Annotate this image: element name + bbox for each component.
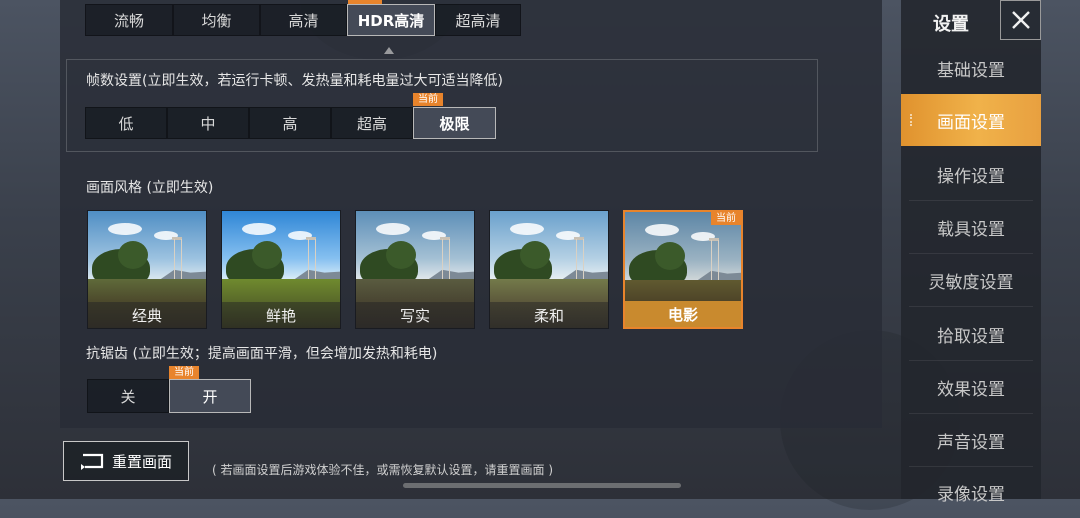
quality-option-balanced[interactable]: 均衡 [173, 4, 260, 36]
style-label-soft: 柔和 [490, 302, 608, 328]
thumbnail-tower [711, 240, 719, 282]
active-grip-icon [910, 114, 915, 126]
fps-option-high[interactable]: 高 [249, 107, 331, 139]
quality-option-hd[interactable]: 高清 [260, 4, 347, 36]
sidebar-item-controls[interactable]: 操作设置 [909, 148, 1033, 201]
thumbnail-tree [655, 242, 685, 270]
thumbnail-tower [174, 239, 182, 281]
close-icon [1011, 11, 1030, 29]
antialias-option-on[interactable]: 开 [169, 379, 251, 413]
settings-sidebar: 设置 基础设置 画面设置 操作设置 载具设置 灵敏度设置 拾取设置 效果设置 声… [901, 0, 1041, 505]
selection-caret [384, 47, 394, 54]
style-option-soft[interactable]: 柔和 [489, 210, 609, 329]
reset-graphics-label: 重置画面 [111, 452, 172, 471]
thumbnail-tower [308, 239, 316, 281]
antialias-option-off[interactable]: 关 [87, 379, 169, 413]
sidebar-item-sensitivity[interactable]: 灵敏度设置 [909, 254, 1033, 307]
thumbnail-tree [252, 241, 282, 269]
thumbnail-cloud [242, 223, 276, 235]
sidebar-item-basic[interactable]: 基础设置 [909, 42, 1033, 95]
fps-option-extreme[interactable]: 极限 [413, 107, 496, 139]
thumbnail-cloud [645, 224, 679, 236]
style-option-vivid[interactable]: 鲜艳 [221, 210, 341, 329]
sidebar-item-recording[interactable]: 录像设置 [909, 466, 1033, 518]
style-label-vivid: 鲜艳 [222, 302, 340, 328]
quality-selector: 流畅 均衡 高清 HDR高清 超高清 [85, 4, 521, 36]
antialias-selector: 关 开 [87, 379, 251, 413]
close-button[interactable] [1000, 0, 1041, 40]
antialias-settings-title: 抗锯齿 (立即生效；提高画面平滑，但会增加发热和耗电) [86, 346, 438, 362]
fps-selector: 低 中 高 超高 极限 [85, 107, 496, 139]
antialias-current-tag: 当前 [169, 366, 199, 379]
fps-option-medium[interactable]: 中 [167, 107, 249, 139]
thumbnail-cloud [376, 223, 410, 235]
quality-option-hdr[interactable]: HDR高清 [347, 4, 435, 36]
sidebar-item-effects[interactable]: 效果设置 [909, 361, 1033, 414]
thumbnail-tower [576, 239, 584, 281]
style-label-realistic: 写实 [356, 302, 474, 328]
quality-option-smooth[interactable]: 流畅 [85, 4, 173, 36]
fps-current-tag: 当前 [413, 93, 443, 106]
style-option-realistic[interactable]: 写实 [355, 210, 475, 329]
sidebar-title: 设置 [933, 14, 969, 35]
sidebar-item-pickup[interactable]: 拾取设置 [909, 308, 1033, 361]
thumbnail-tower [442, 239, 450, 281]
reset-hint: ( 若画面设置后游戏体验不佳，或需恢复默认设置，请重置画面 ) [212, 463, 553, 477]
style-label-classic: 经典 [88, 302, 206, 328]
style-thumbnails: 经典 鲜艳 写实 柔和 电影 当前 [87, 210, 757, 329]
sidebar-header: 设置 [901, 0, 1041, 42]
style-option-classic[interactable]: 经典 [87, 210, 207, 329]
style-settings-title: 画面风格 (立即生效) [86, 180, 214, 196]
fps-settings-title: 帧数设置(立即生效，若运行卡顿、发热量和耗电量过大可适当降低) [86, 73, 503, 89]
fps-option-ultra[interactable]: 超高 [331, 107, 413, 139]
sidebar-item-audio[interactable]: 声音设置 [909, 414, 1033, 467]
reset-graphics-button[interactable]: 重置画面 [63, 441, 189, 481]
sidebar-item-vehicle[interactable]: 载具设置 [909, 201, 1033, 254]
thumbnail-tree [520, 241, 550, 269]
quality-option-ultra[interactable]: 超高清 [435, 4, 521, 36]
style-label-cinematic: 电影 [625, 301, 741, 327]
home-indicator [403, 483, 681, 488]
style-option-cinematic[interactable]: 电影 当前 [623, 210, 743, 329]
reset-icon [80, 453, 104, 470]
style-current-tag: 当前 [711, 212, 741, 225]
thumbnail-cloud [510, 223, 544, 235]
sidebar-item-graphics[interactable]: 画面设置 [901, 94, 1041, 146]
thumbnail-tree [118, 241, 148, 269]
fps-option-low[interactable]: 低 [85, 107, 167, 139]
thumbnail-cloud [108, 223, 142, 235]
thumbnail-tree [386, 241, 416, 269]
